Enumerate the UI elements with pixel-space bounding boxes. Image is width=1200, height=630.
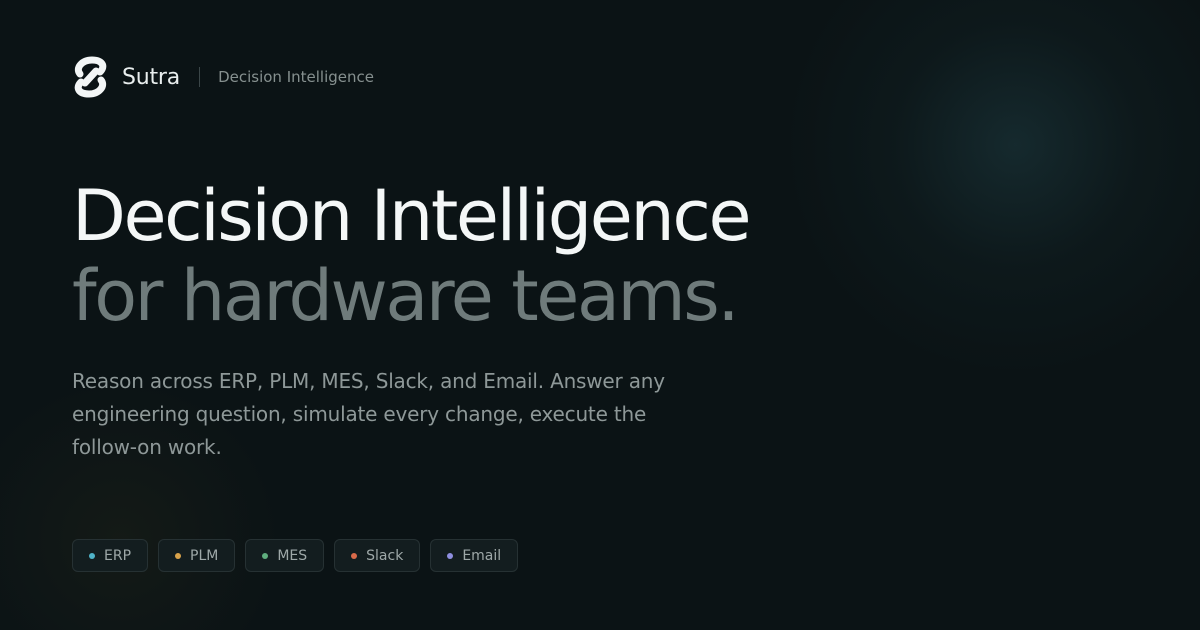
status-dot-icon [351,552,358,559]
brand-name[interactable]: Sutra [122,65,180,90]
integration-chips: ERP PLM MES Slack Email [72,539,519,572]
brand-header: Sutra Decision Intelligence [72,56,374,98]
hero-subtext: Reason across ERP, PLM, MES, Slack, and … [72,369,665,459]
chip-label: MES [277,547,308,564]
brand-tagline: Decision Intelligence [218,68,374,86]
chip-plm: PLM [158,539,236,572]
chip-label: Email [462,547,502,564]
headline-line-2: for hardware teams. [72,255,740,337]
chip-label: PLM [190,547,219,564]
chip-erp: ERP [72,539,149,572]
status-dot-icon [89,552,95,559]
status-dot-icon [447,552,454,559]
chip-slack: Slack [334,539,421,572]
status-dot-icon [262,552,269,559]
status-dot-icon [175,552,182,559]
hero-headline: Decision Intelligence for hardware teams… [72,175,752,337]
headline-line-1: Decision Intelligence [72,175,752,257]
brand-divider [199,67,201,87]
sutra-logo-icon[interactable] [72,56,109,98]
chip-label: Slack [366,547,404,564]
chip-label: ERP [104,547,132,564]
chip-mes: MES [245,539,325,572]
chip-email: Email [430,539,519,572]
